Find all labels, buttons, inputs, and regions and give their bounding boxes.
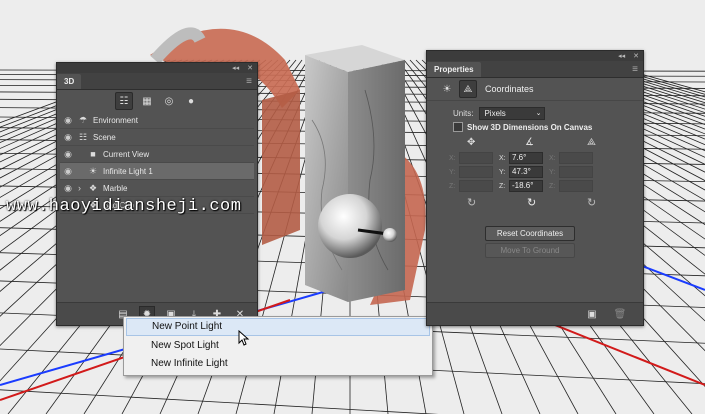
layer-row[interactable]: ◉ ■ Current View	[60, 146, 254, 163]
collapse-icon[interactable]: ◂◂	[618, 52, 625, 60]
eye-icon[interactable]: ◉	[60, 115, 76, 126]
coordinate-row: Y:​Y:47.3°Y:​	[449, 165, 643, 179]
rotation-input[interactable]: -18.6°	[509, 180, 543, 192]
scale-input[interactable]: ​	[559, 166, 593, 178]
position-axis-label: Z:	[449, 182, 456, 190]
eye-icon[interactable]: ◉	[60, 132, 76, 143]
filter-materials-icon[interactable]: ◎	[161, 93, 177, 109]
reset-rotation-icon[interactable]: ↻	[517, 196, 581, 209]
properties-panel: ◂◂ ✕ Properties ≡ ☀ ⟁ Coordinates Units:…	[426, 50, 644, 326]
reset-scale-icon[interactable]: ↻	[581, 196, 596, 209]
delete-icon[interactable]: 🗑	[613, 307, 627, 321]
position-input[interactable]: ​	[459, 166, 493, 178]
rotation-axis-label: X:	[499, 154, 506, 162]
render-settings-icon[interactable]: ▣	[585, 307, 599, 321]
layer-row[interactable]: ◉ ☂ Environment	[60, 112, 254, 129]
close-icon[interactable]: ✕	[247, 64, 253, 72]
menu-item-new-point-light[interactable]: New Point Light	[126, 318, 430, 336]
collapse-icon[interactable]: ◂◂	[232, 64, 239, 72]
show-dimensions-label: Show 3D Dimensions On Canvas	[467, 122, 593, 132]
eye-icon[interactable]: ◉	[60, 183, 76, 194]
panel-menu-icon[interactable]: ≡	[632, 64, 643, 77]
close-icon[interactable]: ✕	[633, 52, 639, 60]
scale-axis-label: X:	[549, 154, 556, 162]
show-dimensions-checkbox[interactable]	[453, 122, 463, 132]
tab-properties[interactable]: Properties	[427, 62, 481, 77]
tab-3d[interactable]: 3D	[57, 74, 82, 89]
layer-label: Infinite Light 1	[103, 166, 153, 176]
layer-row[interactable]: ◉ ☷ Scene	[60, 129, 254, 146]
rotation-input[interactable]: 7.6°	[509, 152, 543, 164]
move-to-ground-button[interactable]: Move To Ground	[485, 243, 575, 258]
scale-input[interactable]: ​	[559, 152, 593, 164]
layer-type-icon: ☀	[88, 165, 98, 176]
menu-item-new-spot-light[interactable]: New Spot Light	[124, 337, 432, 355]
layer-label: Scene	[93, 132, 116, 142]
position-axis-label: X:	[449, 154, 456, 162]
panel-header-bar: ◂◂ ✕	[427, 51, 643, 61]
scale-axis-label: Z:	[549, 182, 556, 190]
layer-type-icon: ☷	[78, 131, 88, 142]
mouse-cursor-icon	[238, 330, 250, 346]
eye-icon[interactable]: ◉	[60, 149, 76, 160]
3d-panel: ◂◂ ✕ 3D ≡ ☷ ▦ ◎ ● ◉ ☂ Environment ◉ ☷ Scene ◉ ■ Cur…	[56, 62, 258, 326]
position-input[interactable]: ​	[459, 152, 493, 164]
panel-menu-icon[interactable]: ≡	[246, 76, 257, 89]
layer-label: Environment	[93, 115, 138, 125]
rotation-axis-label: Y:	[499, 168, 506, 176]
light-widget-sphere[interactable]	[318, 194, 382, 258]
scale-input[interactable]: ​	[559, 180, 593, 192]
scale-icon: ⟁	[587, 136, 596, 148]
layer-type-icon: ☂	[78, 114, 88, 125]
light-icon[interactable]: ☀	[439, 81, 455, 97]
section-title: Coordinates	[485, 84, 534, 94]
layer-type-icon: ❖	[88, 182, 98, 193]
panel-header-bar: ◂◂ ✕	[57, 63, 257, 73]
layer-row[interactable]: ◉ ☀ Infinite Light 1	[60, 163, 254, 180]
coordinate-row: X:​X:7.6°X:​	[449, 151, 643, 165]
reset-coordinates-button[interactable]: Reset Coordinates	[485, 226, 575, 241]
layer-type-icon: ■	[90, 149, 96, 159]
filter-whole-scene-icon[interactable]: ☷	[115, 92, 133, 110]
reset-position-icon[interactable]: ↻	[467, 196, 517, 209]
watermark: www.haoyidianshej​i.com	[6, 197, 242, 216]
layer-row[interactable]: ◉ › ❖ Marble	[60, 180, 254, 197]
rotation-axis-label: Z:	[499, 182, 506, 190]
filter-lights-icon[interactable]: ●	[183, 93, 199, 109]
expand-arrow-icon[interactable]: ›	[78, 183, 86, 193]
position-icon: ✥	[467, 136, 476, 148]
layer-label: Marble	[103, 183, 128, 193]
coordinate-grid: X:​X:7.6°X:​Y:​Y:47.3°Y:​Z:​Z:-18.6°Z:​	[427, 151, 643, 193]
light-widget-handle[interactable]	[383, 228, 397, 242]
layer-label: Current View	[103, 149, 150, 159]
filter-meshes-icon[interactable]: ▦	[139, 93, 155, 109]
rotation-icon: ∡	[525, 136, 534, 148]
menu-item-new-infinite-light[interactable]: New Infinite Light	[124, 355, 432, 373]
marble-column	[305, 55, 348, 302]
position-axis-label: Y:	[449, 168, 456, 176]
position-input[interactable]: ​	[459, 180, 493, 192]
filter-toolbar: ☷ ▦ ◎ ●	[57, 90, 257, 112]
eye-icon[interactable]: ◉	[60, 166, 76, 177]
scale-axis-label: Y:	[549, 168, 556, 176]
chevron-down-icon: ⌄	[535, 109, 542, 117]
add-light-menu: New Point Light New Spot Light New Infin…	[123, 316, 433, 376]
units-label: Units:	[453, 108, 474, 118]
rotation-input[interactable]: 47.3°	[509, 166, 543, 178]
units-select[interactable]: Pixels ⌄	[479, 106, 546, 120]
coordinate-row: Z:​Z:-18.6°Z:​	[449, 179, 643, 193]
coordinates-icon[interactable]: ⟁	[459, 80, 477, 98]
